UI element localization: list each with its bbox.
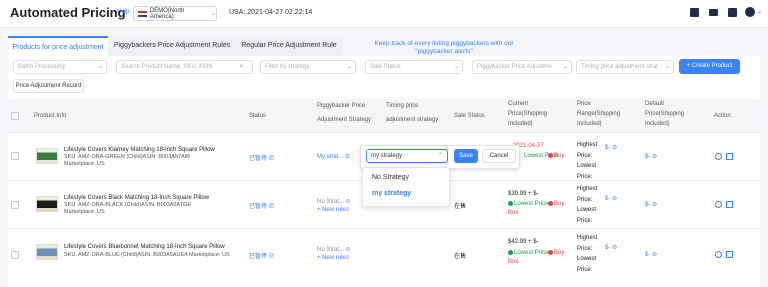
product-sku: SKU: AMZ-ORA-BLUE (Child)ASIN: B003A5AUE… [64,252,230,258]
buybox-icon [548,250,553,255]
price-range-edit[interactable]: $- ⊘ [605,244,617,251]
search-button[interactable]: ⌕ [231,60,253,74]
buy-box-badge: Buy [548,153,564,159]
product-marketplace: Marketplace: US [64,209,105,215]
sale-status: 在售 [454,254,467,260]
price-range: Highest Price: Lowest Price: [577,142,598,180]
product-name[interactable]: Lifestyle Covers Bluebonnet Matching 18-… [64,244,225,250]
col-default-price: Default Price(Shipping Included) [645,101,685,127]
sale-status-select[interactable]: Sale Status ⌄ [365,60,463,74]
col-status: Status [249,113,267,119]
price-range: Highest Price: Lowest Price: [577,235,598,273]
col-sale-status: Sale Status [454,113,485,119]
col-price-range: Price Range(Shipping Included) [577,101,621,127]
delete-icon[interactable] [726,201,733,208]
language-icon[interactable] [728,8,737,17]
page-title: Automated Pricing [10,5,126,20]
piggy-strategy-link[interactable]: No Strat... ⊘ [317,246,351,253]
col-action: Action [714,113,731,119]
tab-products[interactable]: Products for price adjustment [8,36,108,56]
lowest-price-badge: Lowest Price [508,201,548,207]
help-link[interactable]: Help [117,9,129,15]
current-price: $42.99 + $- [508,239,539,245]
product-sku: SKU: AMZ-ORA-BLACK (Child)ASIN: B003A5AT… [64,202,192,208]
product-name[interactable]: Lifestyle Covers Klarney Matching 18-Inc… [64,147,215,153]
col-current-price: Current Price(Shipping Included) [508,101,548,127]
cancel-button[interactable]: Cancel [482,149,516,163]
status-toggle[interactable]: 已暂停 ⊘ [249,153,275,162]
chevron-up-icon: ⌃ [437,153,443,159]
check-icon [508,250,513,255]
buy-box-badge: Buy [548,201,564,207]
buybox-icon [548,201,553,206]
strategy-filter-select[interactable]: Filter by strategy ⌄ [260,60,356,74]
price-range: Highest Price: Lowest Price: [577,186,598,224]
batch-processing-select[interactable]: Batch Processing ⌄ [13,60,107,74]
delete-icon[interactable] [726,153,733,160]
history-icon[interactable] [715,153,722,160]
create-product-button[interactable]: + Create Product [679,59,740,74]
select-all-checkbox[interactable] [11,112,19,120]
region-selector[interactable]: DEMO(North America) ⌄ [133,6,217,21]
product-thumbnail [36,244,58,260]
timing-strategy-select[interactable]: Timing price adjustment strat ⌄ [576,60,674,74]
edit-icon[interactable]: $- ⊘ [605,144,617,151]
col-piggy-strategy: Piggybacker Price Adjustment Strategy [317,103,372,123]
search-input[interactable]: Search Product Name, SKU, ASIN [116,60,232,74]
search-icon: ⌕ [239,63,244,70]
sale-status: 在售 [454,204,467,210]
status-toggle[interactable]: 已暂停 ⊘ [249,201,275,210]
piggyback-strategy-select[interactable]: Piggybacker Price Adjustme ⌄ [472,60,572,74]
history-icon[interactable] [715,251,722,258]
piggy-strategy-link[interactable]: No Strat... ⊘ [317,198,351,205]
piggy-strategy-link[interactable]: My strat... ⊘ [317,153,350,160]
piggyback-alert-hint[interactable]: Keep track of every listing piggybackers… [364,40,524,56]
clock-readout: USA: 2021-04-27 02:22:14 [229,9,313,16]
price-adjustment-record-button[interactable]: Price Adjustment Record [13,79,84,93]
avatar[interactable] [745,7,755,17]
chevron-down-icon: ⌄ [210,11,216,17]
row-checkbox[interactable] [11,152,19,160]
strategy-dropdown [362,167,450,207]
row-divider [8,228,760,229]
price-range-edit[interactable]: $- ⊘ [605,195,617,202]
mail-icon[interactable] [709,9,718,16]
us-flag-icon [138,10,147,17]
product-thumbnail [36,148,58,164]
col-timing-strategy: Timing price adjustment strategy [386,103,439,123]
product-sku: SKU: AMZ-ORA-GREEN (Child)ASIN: B003A57A… [64,154,190,160]
status-toggle[interactable]: 已暂停 ⊘ [249,251,275,260]
tab-piggyback-rules[interactable]: Piggybackers Price Adjustment Rules [108,36,236,56]
region-label: DEMO(North America) [149,7,185,20]
product-thumbnail [36,196,58,212]
product-name[interactable]: Lifestyle Covers Black Matching 18-Inch … [64,195,209,201]
row-checkbox[interactable] [11,201,19,209]
calendar-icon[interactable] [690,8,699,17]
strategy-select[interactable]: my strategy ⌃ [366,149,448,163]
save-button[interactable]: Save [454,149,478,163]
default-price[interactable]: $- ⊘ [645,251,657,258]
buy-box-label: Box [508,259,519,265]
default-price[interactable]: $- ⊘ [645,201,657,208]
col-product-info: Product Info [34,113,67,119]
buy-box-badge: Buy [548,250,564,256]
lowest-price-badge: Lowest Price [508,250,548,256]
delete-icon[interactable] [726,251,733,258]
chevron-down-icon[interactable]: ⌄ [757,8,762,15]
option-my-strategy[interactable]: my strategy [372,190,411,197]
history-icon[interactable] [715,201,722,208]
current-price: $39.99 + $- [508,191,539,197]
product-marketplace: Marketplace: US [64,161,105,167]
option-no-strategy[interactable]: No Strategy [372,174,409,181]
new-rules-link[interactable]: + New rules [317,207,349,213]
default-price[interactable]: $- ⊘ [645,153,657,160]
buybox-icon [548,153,553,158]
row-checkbox[interactable] [11,251,19,259]
new-rules-link[interactable]: + New rules [317,255,349,261]
tab-regular-rules[interactable]: Regular Price Adjustment Rule [236,36,342,56]
buy-box-label: Box [508,210,519,216]
check-icon [508,201,513,206]
